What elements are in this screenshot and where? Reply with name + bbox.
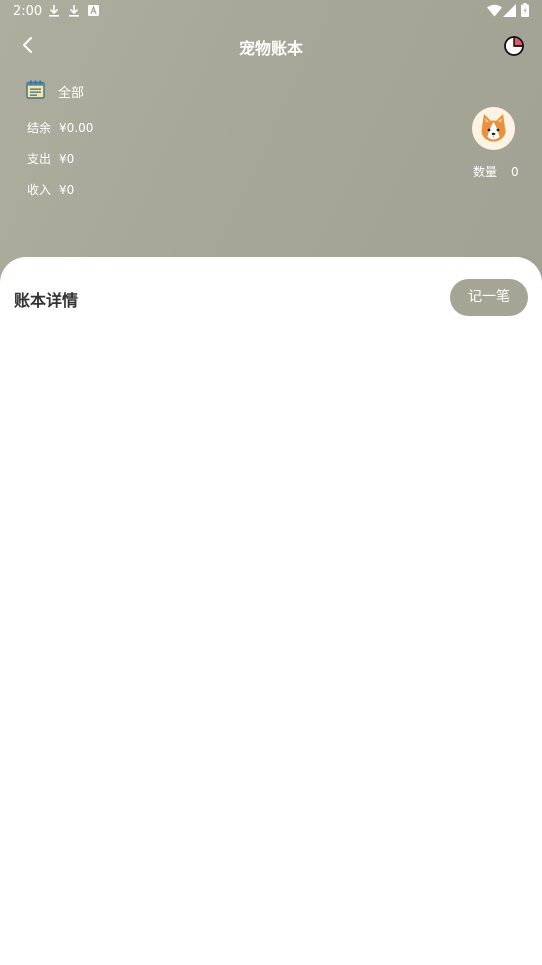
add-record-button[interactable]: 记一笔 <box>450 279 528 316</box>
book-filter-label[interactable]: 全部 <box>58 82 84 101</box>
pet-count-row: 数量 0 <box>473 163 519 180</box>
balance-row: 结余 ¥0.00 <box>27 119 93 136</box>
wifi-icon <box>487 4 502 17</box>
pet-avatar[interactable] <box>472 107 515 150</box>
corgi-avatar-icon <box>481 114 506 142</box>
download-icon <box>49 5 59 17</box>
status-time: 2:00 <box>13 4 43 19</box>
page-title: 宠物账本 <box>238 39 303 58</box>
income-value: ¥0 <box>59 183 75 197</box>
a-icon <box>88 5 99 16</box>
battery-icon <box>521 3 529 17</box>
notebook-icon[interactable] <box>26 80 45 99</box>
balance-label: 结余 <box>27 121 52 135</box>
expense-row: 支出 ¥0 <box>27 150 74 167</box>
income-row: 收入 ¥0 <box>27 181 74 198</box>
pet-count-value: 0 <box>511 165 519 179</box>
download-icon <box>69 5 79 17</box>
expense-label: 支出 <box>27 152 52 166</box>
balance-value: ¥0.00 <box>59 121 94 135</box>
status-bar: 2:00 <box>0 0 542 24</box>
details-sheet: 账本详情 记一笔 <box>0 257 542 965</box>
pet-count-label: 数量 <box>473 165 498 179</box>
expense-value: ¥0 <box>59 152 75 166</box>
pie-chart-icon[interactable] <box>503 35 525 57</box>
details-title: 账本详情 <box>14 291 79 310</box>
signal-icon <box>503 4 516 17</box>
income-label: 收入 <box>27 183 52 197</box>
